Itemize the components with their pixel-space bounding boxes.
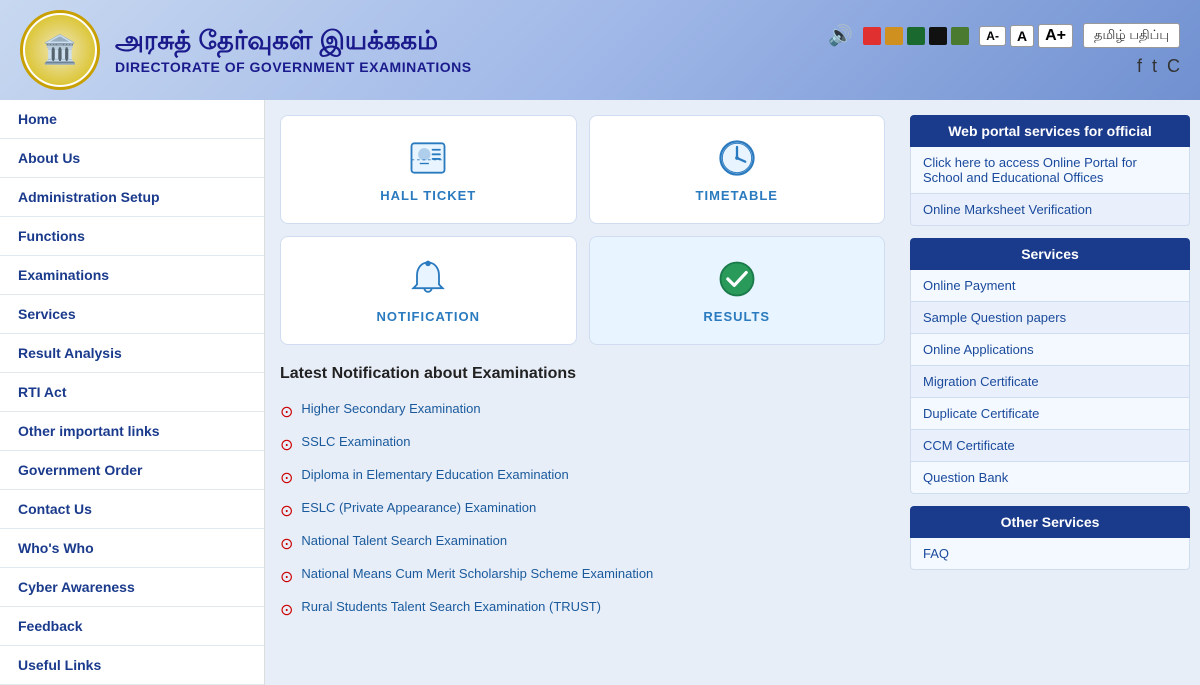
sidebar-item-rti-act[interactable]: RTI Act [0,373,264,412]
bullet-icon-0: ⊙ [280,402,293,422]
header-title: அரசுத் தேர்வுகள் இயக்ககம் DIRECTORATE OF… [115,25,472,75]
sidebar-item-examinations[interactable]: Examinations [0,256,264,295]
sidebar-item-result-analysis[interactable]: Result Analysis [0,334,264,373]
services-item-6[interactable]: Question Bank [910,462,1190,494]
results-label: RESULTS [703,309,770,324]
swatch-red[interactable] [863,27,881,45]
sidebar-item-about-us[interactable]: About Us [0,139,264,178]
social-icons: f t C [1137,56,1180,77]
sidebar-item-home[interactable]: Home [0,100,264,139]
facebook-icon[interactable]: f [1137,56,1142,77]
instagram-icon[interactable]: C [1167,56,1180,77]
hall-ticket-label: HALL TICKET [380,188,476,203]
title-tamil: அரசுத் தேர்வுகள் இயக்ககம் [115,25,472,59]
notification-item-2[interactable]: ⊙ Diploma in Elementary Education Examin… [280,461,885,494]
other-services-section: Other Services FAQ [910,506,1190,570]
portal-item-0[interactable]: Click here to access Online Portal for S… [910,147,1190,194]
timetable-card[interactable]: TIMETABLE [589,115,886,224]
main-layout: Home About Us Administration Setup Funct… [0,100,1200,685]
notification-icon [406,257,450,301]
notification-item-6[interactable]: ⊙ Rural Students Talent Search Examinati… [280,593,885,626]
font-decrease-button[interactable]: A- [979,26,1006,46]
swatch-darkgreen[interactable] [951,27,969,45]
font-controls: A- A A+ [979,24,1073,48]
notification-item-4[interactable]: ⊙ National Talent Search Examination [280,527,885,560]
bullet-icon-6: ⊙ [280,600,293,620]
sidebar-item-services[interactable]: Services [0,295,264,334]
sidebar-item-contact-us[interactable]: Contact Us [0,490,264,529]
sidebar-item-useful-links[interactable]: Useful Links [0,646,264,685]
timetable-icon [715,136,759,180]
swatch-black[interactable] [929,27,947,45]
header-left: 🏛️ அரசுத் தேர்வுகள் இயக்ககம் DIRECTORATE… [20,10,472,90]
bullet-icon-2: ⊙ [280,468,293,488]
speaker-icon[interactable]: 🔊 [828,23,853,48]
notification-label: NOTIFICATION [377,309,480,324]
notification-item-5[interactable]: ⊙ National Means Cum Merit Scholarship S… [280,560,885,593]
hall-ticket-card[interactable]: HALL TICKET [280,115,577,224]
logo-icon: 🏛️ [43,36,78,64]
portal-item-1[interactable]: Online Marksheet Verification [910,194,1190,226]
font-increase-button[interactable]: A+ [1038,24,1073,48]
notification-item-0[interactable]: ⊙ Higher Secondary Examination [280,395,885,428]
results-card[interactable]: RESULTS [589,236,886,345]
portal-header: Web portal services for official [910,115,1190,147]
sidebar-item-cyber-awareness[interactable]: Cyber Awareness [0,568,264,607]
notification-item-3[interactable]: ⊙ ESLC (Private Appearance) Examination [280,494,885,527]
main-content: HALL TICKET TIMETABLE [265,100,900,685]
other-services-header: Other Services [910,506,1190,538]
timetable-label: TIMETABLE [696,188,778,203]
results-icon [715,257,759,301]
portal-section: Web portal services for official Click h… [910,115,1190,226]
twitter-icon[interactable]: t [1152,56,1157,77]
services-item-2[interactable]: Online Applications [910,334,1190,366]
services-item-1[interactable]: Sample Question papers [910,302,1190,334]
sidebar: Home About Us Administration Setup Funct… [0,100,265,685]
notifications-section: Latest Notification about Examinations ⊙… [280,365,885,626]
logo: 🏛️ [20,10,100,90]
right-sidebar: Web portal services for official Click h… [900,100,1200,685]
color-swatches [863,27,969,45]
bullet-icon-5: ⊙ [280,567,293,587]
hall-ticket-icon [406,136,450,180]
sidebar-item-feedback[interactable]: Feedback [0,607,264,646]
bullet-icon-3: ⊙ [280,501,293,521]
sidebar-item-whos-who[interactable]: Who's Who [0,529,264,568]
swatch-green[interactable] [907,27,925,45]
swatch-yellow[interactable] [885,27,903,45]
services-header: Services [910,238,1190,270]
services-item-3[interactable]: Migration Certificate [910,366,1190,398]
header: 🏛️ அரசுத் தேர்வுகள் இயக்ககம் DIRECTORATE… [0,0,1200,100]
services-item-4[interactable]: Duplicate Certificate [910,398,1190,430]
header-controls: 🔊 A- A A+ தமிழ் பதிப்பு [828,23,1180,48]
notification-item-1[interactable]: ⊙ SSLC Examination [280,428,885,461]
tamil-version-button[interactable]: தமிழ் பதிப்பு [1083,23,1180,48]
services-section: Services Online Payment Sample Question … [910,238,1190,494]
sidebar-item-administration-setup[interactable]: Administration Setup [0,178,264,217]
notifications-heading: Latest Notification about Examinations [280,365,885,383]
header-right: 🔊 A- A A+ தமிழ் பதிப்பு f t C [828,23,1180,77]
bullet-icon-1: ⊙ [280,435,293,455]
bullet-icon-4: ⊙ [280,534,293,554]
font-normal-button[interactable]: A [1010,25,1034,47]
sidebar-item-government-order[interactable]: Government Order [0,451,264,490]
services-item-0[interactable]: Online Payment [910,270,1190,302]
other-services-item-0[interactable]: FAQ [910,538,1190,570]
notification-card[interactable]: NOTIFICATION [280,236,577,345]
services-item-5[interactable]: CCM Certificate [910,430,1190,462]
title-english: DIRECTORATE OF GOVERNMENT EXAMINATIONS [115,59,472,75]
quick-links-grid: HALL TICKET TIMETABLE [280,115,885,345]
sidebar-item-functions[interactable]: Functions [0,217,264,256]
sidebar-item-other-links[interactable]: Other important links [0,412,264,451]
